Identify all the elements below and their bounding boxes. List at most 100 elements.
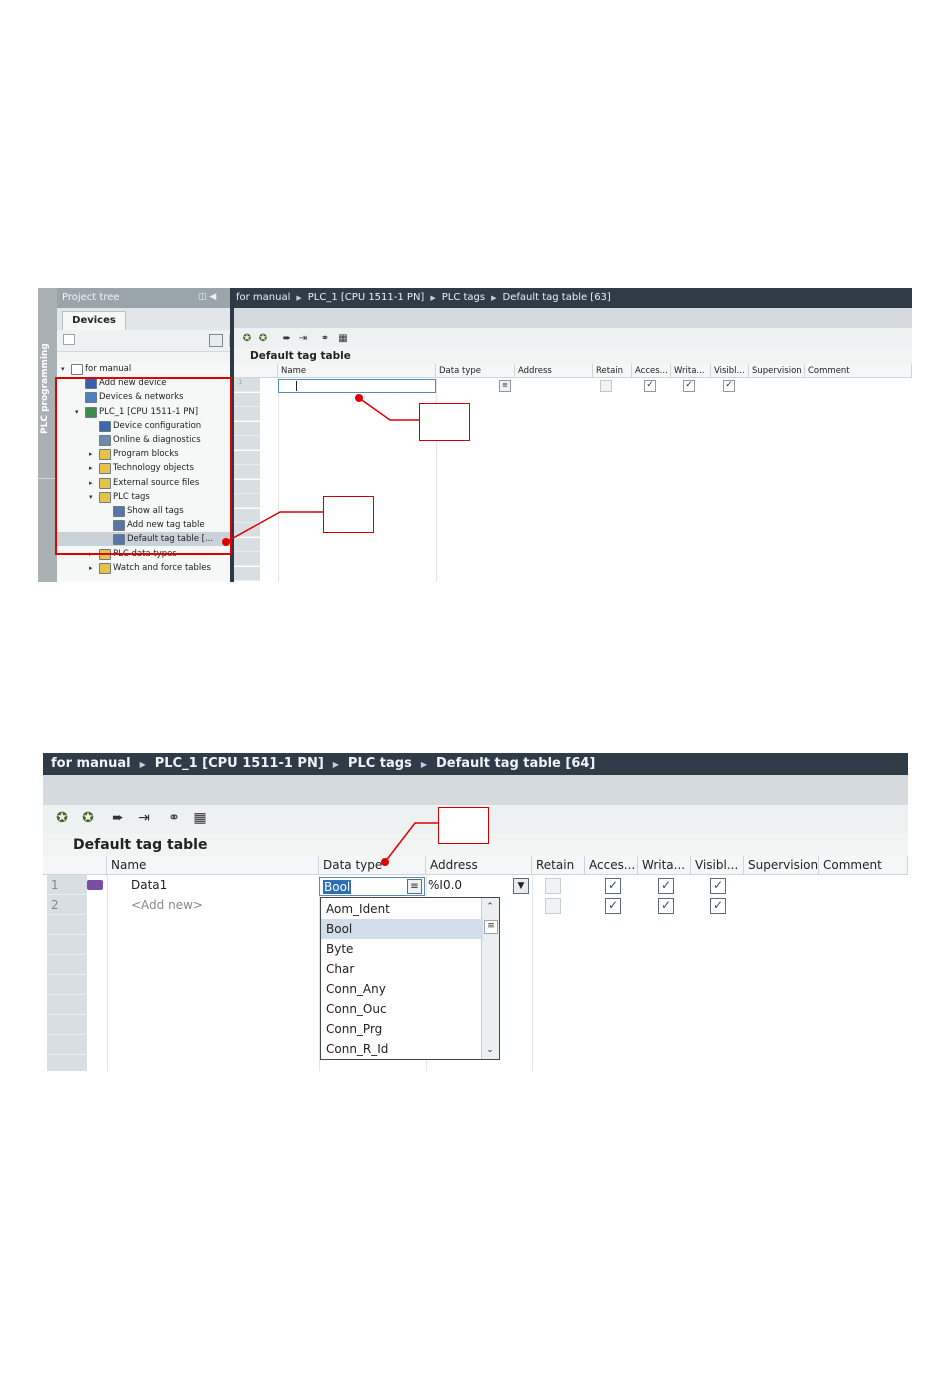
scroll-thumb[interactable]: ≡ — [484, 920, 498, 934]
import-icon[interactable]: ⇥ — [135, 811, 153, 825]
row-header[interactable] — [234, 566, 260, 581]
column-header-supervision[interactable]: Supervision — [749, 364, 805, 378]
expand-arrow-icon[interactable]: ▸ — [89, 561, 93, 575]
import-icon[interactable]: ⇥ — [296, 332, 310, 345]
breadcrumb-item[interactable]: PLC_1 [CPU 1511-1 PN] — [308, 292, 425, 303]
data-type-picker-icon[interactable]: ≡ — [499, 380, 511, 392]
text-cursor — [296, 381, 297, 391]
column-header-supervision[interactable]: Supervision — [744, 856, 819, 875]
accessible-checkbox[interactable]: ✓ — [605, 878, 621, 894]
row-header[interactable] — [47, 915, 87, 935]
column-header-retain[interactable]: Retain — [593, 364, 632, 378]
row-header[interactable] — [234, 552, 260, 566]
add-row-icon[interactable]: ✪ — [240, 332, 254, 345]
column-header-name[interactable]: Name — [107, 856, 319, 875]
column-header-writable[interactable]: Writa... — [671, 364, 711, 378]
writable-checkbox[interactable]: ✓ — [683, 380, 695, 392]
name-input[interactable] — [278, 379, 436, 393]
dropdown-option[interactable]: Conn_Prg — [321, 1019, 483, 1039]
column-header-visible[interactable]: Visibl... — [711, 364, 749, 378]
writable-checkbox[interactable]: ✓ — [658, 898, 674, 914]
folder-icon — [99, 562, 111, 574]
dropdown-option[interactable]: Byte — [321, 939, 483, 959]
export-icon[interactable]: ➨ — [280, 332, 294, 345]
row-header[interactable] — [47, 995, 87, 1015]
dropdown-option[interactable]: Char — [321, 959, 483, 979]
breadcrumb-item[interactable]: for manual — [51, 756, 131, 771]
editor-tab-bar — [43, 775, 908, 805]
address-dropdown-icon[interactable]: ▼ — [513, 878, 529, 894]
column-header-accessible[interactable]: Acces... — [632, 364, 671, 378]
row-header[interactable] — [47, 1035, 87, 1055]
monitor-icon[interactable]: ⚭ — [318, 332, 332, 345]
dropdown-option[interactable]: Conn_R_Id — [321, 1039, 483, 1059]
column-header-visible[interactable]: Visibl... — [691, 856, 744, 875]
row-header[interactable] — [234, 494, 260, 508]
column-header-comment[interactable]: Comment — [819, 856, 908, 875]
column-header-accessible[interactable]: Acces... — [585, 856, 638, 875]
row-header[interactable] — [234, 465, 260, 479]
tag-address[interactable]: %I0.0 — [428, 875, 462, 895]
row-header[interactable] — [234, 537, 260, 552]
tab-devices[interactable]: Devices — [62, 311, 126, 330]
row-header[interactable] — [234, 392, 260, 407]
column-header-retain[interactable]: Retain — [532, 856, 585, 875]
column-header-name[interactable]: Name — [278, 364, 436, 378]
columns-icon[interactable]: ▦ — [336, 332, 350, 345]
tree-item[interactable]: ▾ for manual — [57, 362, 230, 376]
view-toggle-icon[interactable] — [209, 334, 223, 347]
dropdown-option[interactable]: Conn_Ouc — [321, 999, 483, 1019]
visible-checkbox[interactable]: ✓ — [710, 898, 726, 914]
retain-checkbox[interactable] — [600, 380, 612, 392]
retain-checkbox[interactable] — [545, 898, 561, 914]
row-header[interactable] — [47, 955, 87, 975]
writable-checkbox[interactable]: ✓ — [658, 878, 674, 894]
row-header[interactable] — [47, 1055, 87, 1071]
new-item-icon[interactable] — [63, 334, 75, 345]
row-header[interactable] — [234, 450, 260, 465]
row-header[interactable] — [47, 1015, 87, 1035]
breadcrumb-item[interactable]: PLC tags — [442, 292, 485, 303]
add-row-icon[interactable]: ✪ — [53, 811, 71, 825]
breadcrumb-item[interactable]: PLC_1 [CPU 1511-1 PN] — [155, 756, 324, 771]
data-type-dropdown[interactable]: ⌃ ≡ ⌄ Aom_Ident Bool Byte Char Conn_Any Conn_… — [320, 897, 500, 1060]
row-header[interactable] — [234, 523, 260, 537]
dropdown-option[interactable]: Bool — [321, 919, 483, 939]
collapse-arrow-icon[interactable]: ▾ — [61, 362, 65, 376]
export-icon[interactable]: ➨ — [109, 811, 127, 825]
data-type-picker-icon[interactable]: ≡ — [407, 879, 422, 894]
row-header[interactable] — [234, 421, 260, 436]
tag-name[interactable]: Data1 — [131, 875, 167, 895]
row-header[interactable] — [234, 479, 260, 494]
dropdown-option[interactable]: Conn_Any — [321, 979, 483, 999]
insert-row-icon[interactable]: ✪ — [256, 332, 270, 345]
row-header[interactable] — [47, 935, 87, 955]
column-header-comment[interactable]: Comment — [805, 364, 912, 378]
dropdown-option[interactable]: Aom_Ident — [321, 899, 483, 919]
insert-row-icon[interactable]: ✪ — [79, 811, 97, 825]
breadcrumb-item[interactable]: for manual — [236, 292, 290, 303]
column-header-data-type[interactable]: Data type — [436, 364, 515, 378]
accessible-checkbox[interactable]: ✓ — [644, 380, 656, 392]
row-header[interactable] — [234, 508, 260, 523]
scroll-up-icon[interactable]: ⌃ — [484, 900, 496, 914]
add-new-row[interactable]: <Add new> — [131, 895, 203, 915]
column-header-address[interactable]: Address — [515, 364, 593, 378]
column-header-address[interactable]: Address — [426, 856, 532, 875]
collapse-panel-icon[interactable]: ◫ ◀ — [198, 292, 216, 302]
row-header[interactable] — [47, 975, 87, 995]
scroll-down-icon[interactable]: ⌄ — [484, 1043, 496, 1057]
visible-checkbox[interactable]: ✓ — [710, 878, 726, 894]
columns-icon[interactable]: ▦ — [191, 811, 209, 825]
visible-checkbox[interactable]: ✓ — [723, 380, 735, 392]
dropdown-scrollbar[interactable]: ⌃ ≡ ⌄ — [481, 898, 499, 1059]
row-header[interactable] — [234, 407, 260, 421]
tree-item[interactable]: ▸ Watch and force tables — [57, 561, 230, 575]
column-header-data-type[interactable]: Data type — [319, 856, 426, 875]
column-header-writable[interactable]: Writa... — [638, 856, 691, 875]
accessible-checkbox[interactable]: ✓ — [605, 898, 621, 914]
retain-checkbox[interactable] — [545, 878, 561, 894]
row-header[interactable] — [234, 436, 260, 450]
breadcrumb-item[interactable]: PLC tags — [348, 756, 412, 771]
monitor-icon[interactable]: ⚭ — [165, 811, 183, 825]
